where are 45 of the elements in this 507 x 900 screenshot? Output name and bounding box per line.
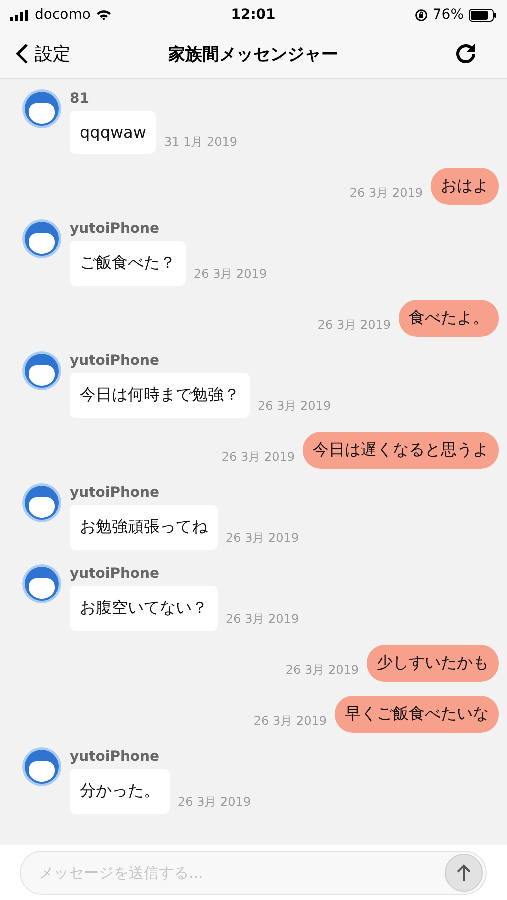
nav-title: 家族間メッセンジャー <box>168 44 338 66</box>
sender-name: yutoiPhone <box>70 353 161 369</box>
avatar <box>22 564 62 604</box>
message-bubble: 今日は何時まで勉強？ <box>70 373 250 418</box>
message-date: 26 3月 2019 <box>178 794 252 811</box>
sender-name: 81 <box>70 91 90 107</box>
arrow-up-icon <box>456 864 472 882</box>
avatar <box>22 219 62 259</box>
avatar <box>22 483 62 523</box>
back-button[interactable]: 設定 <box>16 42 71 66</box>
chevron-left-icon <box>16 43 29 65</box>
battery-percent: 76% <box>432 7 464 23</box>
message-bubble: 早くご飯食べたいな <box>335 696 499 733</box>
message-date: 26 3月 2019 <box>254 713 327 730</box>
message-bubble: 分かった。 <box>70 769 170 814</box>
avatar <box>22 89 62 129</box>
message-date: 26 3月 2019 <box>350 185 423 202</box>
message-date: 26 3月 2019 <box>226 611 300 628</box>
message-date: 26 3月 2019 <box>286 662 359 679</box>
message-date: 26 3月 2019 <box>226 530 300 547</box>
message-bubble: 今日は遅くなると思うよ <box>303 432 499 469</box>
message-date: 26 3月 2019 <box>258 398 332 415</box>
battery-icon <box>469 8 497 22</box>
message-date: 31 1月 2019 <box>164 134 238 151</box>
rotation-lock-icon <box>414 8 428 22</box>
message-date: 26 3月 2019 <box>194 266 268 283</box>
avatar <box>22 351 62 391</box>
clock-time: 12:01 <box>231 7 276 23</box>
carrier-name: docomo <box>35 7 91 23</box>
message-bubble: おはよ <box>431 168 499 205</box>
sender-name: yutoiPhone <box>70 566 161 582</box>
message-date: 26 3月 2019 <box>222 449 295 466</box>
wifi-icon <box>96 9 112 21</box>
message-bubble: 食べたよ。 <box>399 300 499 337</box>
message-date: 26 3月 2019 <box>318 317 391 334</box>
message-bubble: ご飯食べた？ <box>70 241 186 286</box>
message-bubble: お腹空いてない？ <box>70 586 218 631</box>
message-bubble: お勉強頑張ってね <box>70 505 218 550</box>
message-bubble: qqqwaw <box>70 111 156 154</box>
message-bubble: 少しすいたかも <box>367 645 499 682</box>
avatar <box>22 747 62 787</box>
sender-name: yutoiPhone <box>70 749 161 765</box>
signal-icon <box>10 10 30 20</box>
sender-name: yutoiPhone <box>70 221 161 237</box>
sender-name: yutoiPhone <box>70 485 161 501</box>
